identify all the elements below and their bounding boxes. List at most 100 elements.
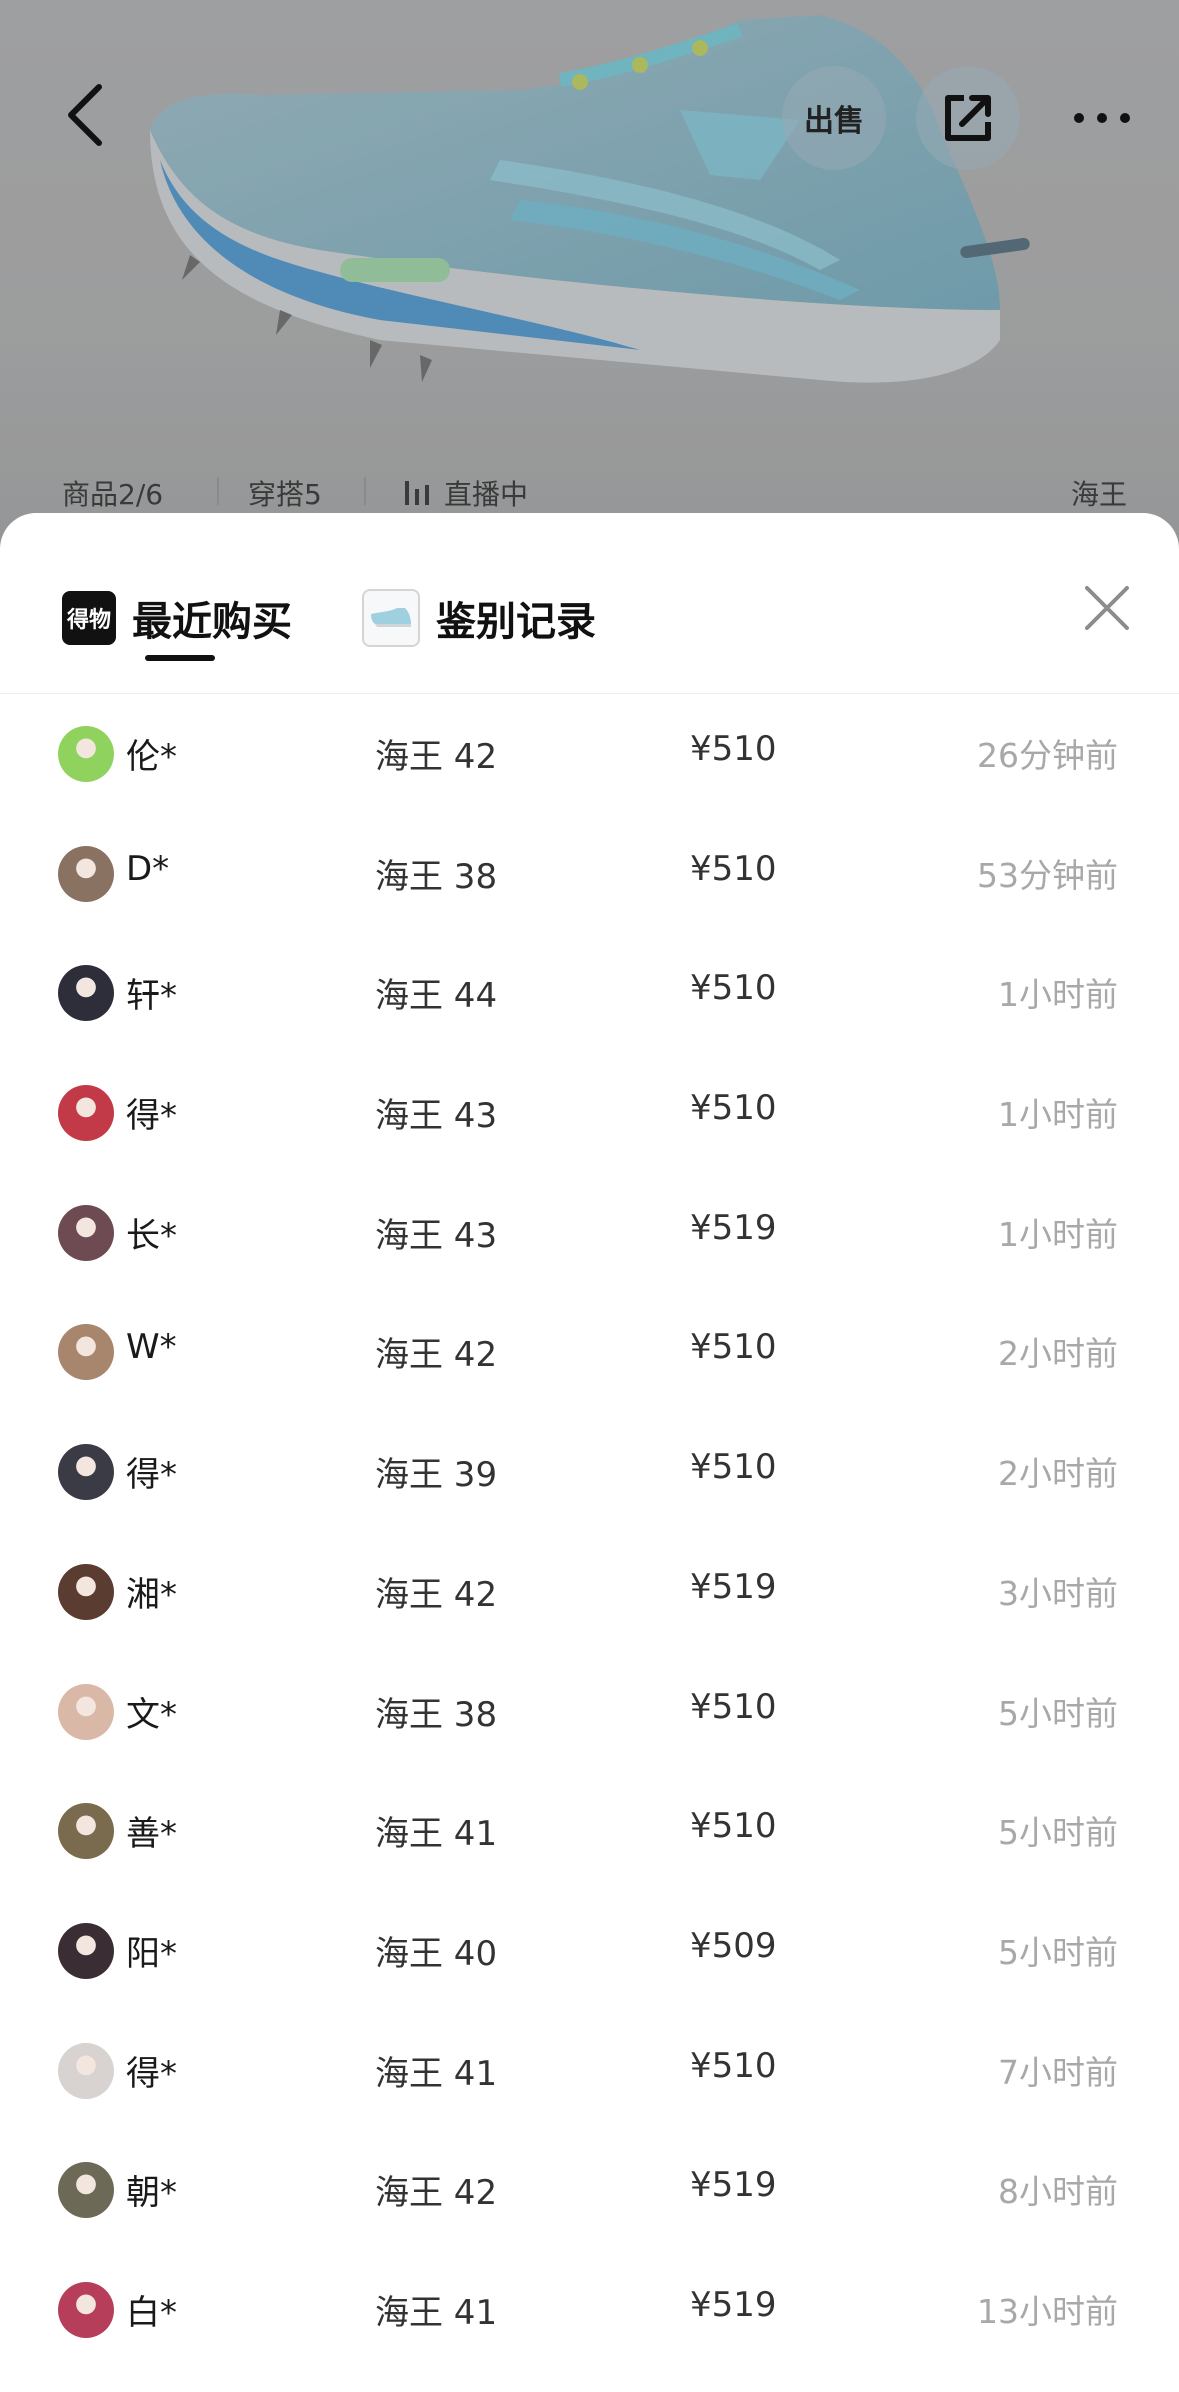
price-label: ¥510 (690, 729, 777, 769)
user-name: 文* (126, 1694, 177, 1735)
time-label: 26分钟前 (977, 736, 1118, 775)
size-label: 海王 42 (375, 737, 498, 777)
price-label: ¥510 (690, 968, 777, 1009)
user-name: 善* (126, 1814, 177, 1855)
time-label: 1小时前 (998, 1214, 1118, 1254)
purchase-row[interactable]: D* 海王 38 ¥510 53分钟前 (0, 813, 1179, 933)
product-index[interactable]: 商品2/6 (62, 473, 163, 513)
size-label: 海王 39 (375, 1455, 498, 1496)
live-label[interactable]: 直播中 (444, 473, 528, 513)
close-button[interactable] (1074, 575, 1140, 641)
size-label: 海王 44 (375, 976, 498, 1017)
time-label: 53分钟前 (977, 855, 1118, 895)
time-label: 13小时前 (977, 2291, 1118, 2331)
purchase-row[interactable]: 阳* 海王 40 ¥509 5小时前 (0, 1890, 1179, 2010)
close-icon (1085, 586, 1129, 630)
size-label: 海王 42 (375, 1335, 498, 1376)
avatar[interactable] (58, 965, 114, 1022)
purchase-row[interactable]: 善* 海王 41 ¥510 5小时前 (0, 1770, 1179, 1890)
user-name: D* (126, 848, 170, 889)
size-label: 海王 41 (375, 2053, 498, 2094)
avatar[interactable] (58, 1563, 114, 1620)
purchase-row[interactable]: 文* 海王 38 ¥510 5小时前 (0, 1651, 1179, 1771)
avatar[interactable] (58, 726, 114, 782)
divider (217, 477, 219, 505)
purchase-row[interactable]: 湘* 海王 42 ¥519 3小时前 (0, 1531, 1179, 1651)
user-name: 朝* (126, 2173, 177, 2214)
share-icon (945, 95, 991, 141)
avatar[interactable] (58, 2281, 114, 2338)
sell-button[interactable]: 出售 (782, 66, 886, 170)
recent-purchases-sheet: 得物 最近购买 鉴别记录 伦* 海王 42 ¥510 26分钟前 D* 海王 38 ¥510… (0, 513, 1179, 2392)
avatar[interactable] (58, 2042, 114, 2099)
user-name: 阳* (126, 1933, 177, 1974)
price-label: ¥510 (690, 1447, 777, 1488)
size-label: 海王 43 (375, 1215, 498, 1256)
time-label: 7小时前 (998, 2052, 1118, 2092)
chevron-left-icon (68, 84, 102, 146)
user-name: 得* (126, 1455, 177, 1496)
time-label: 3小时前 (998, 1573, 1118, 1613)
avatar[interactable] (58, 1204, 114, 1261)
time-label: 1小时前 (998, 975, 1118, 1015)
size-label: 海王 41 (375, 2292, 498, 2333)
price-label: ¥510 (690, 1686, 777, 1727)
tab-label: 最近购买 (132, 599, 292, 645)
purchase-row[interactable]: W* 海王 42 ¥510 2小时前 (0, 1291, 1179, 1411)
time-label: 5小时前 (998, 1693, 1118, 1733)
avatar[interactable] (58, 1683, 114, 1740)
time-label: 2小时前 (998, 1334, 1118, 1374)
purchase-row[interactable]: 伦* 海王 42 ¥510 26分钟前 (0, 693, 1179, 813)
time-label: 5小时前 (998, 1932, 1118, 1972)
tab-authentication-records[interactable]: 鉴别记录 (362, 573, 596, 663)
product-info-bar: 商品2/6 穿搭5 直播中 海王 (0, 465, 1179, 515)
tab-recent-purchases[interactable]: 得物 最近购买 (62, 573, 292, 663)
purchase-row[interactable]: 轩* 海王 44 ¥510 1小时前 (0, 932, 1179, 1052)
avatar[interactable] (58, 1085, 114, 1142)
price-label: ¥519 (690, 2284, 777, 2325)
avatar[interactable] (58, 1444, 114, 1501)
user-name: 伦* (126, 737, 177, 777)
time-label: 2小时前 (998, 1454, 1118, 1494)
user-name: 长* (126, 1215, 177, 1256)
avatar[interactable] (58, 1324, 114, 1381)
purchase-row[interactable]: 长* 海王 43 ¥519 1小时前 (0, 1172, 1179, 1292)
tab-label: 鉴别记录 (436, 599, 596, 645)
price-label: ¥510 (690, 848, 777, 889)
purchase-row[interactable]: 朝* 海王 42 ¥519 8小时前 (0, 2129, 1179, 2249)
purchase-list: 伦* 海王 42 ¥510 26分钟前 D* 海王 38 ¥510 53分钟前 轩* 海王 44 ¥… (0, 693, 1179, 2369)
purchase-row[interactable]: 白* 海王 41 ¥519 13小时前 (0, 2249, 1179, 2369)
back-button[interactable] (50, 75, 120, 155)
sell-label: 出售 (804, 104, 864, 139)
size-label: 海王 43 (375, 1096, 498, 1137)
size-label: 海王 38 (375, 856, 498, 897)
time-label: 8小时前 (998, 2172, 1118, 2212)
shoe-thumbnail-icon (362, 589, 420, 647)
share-button[interactable] (916, 66, 1020, 170)
avatar[interactable] (58, 845, 114, 902)
avatar[interactable] (58, 1922, 114, 1979)
active-tab-indicator (145, 655, 215, 661)
divider (364, 477, 366, 505)
size-label: 海王 38 (375, 1694, 498, 1735)
purchase-row[interactable]: 得* 海王 39 ¥510 2小时前 (0, 1411, 1179, 1531)
user-name: 白* (126, 2292, 177, 2333)
purchase-row[interactable]: 得* 海王 43 ¥510 1小时前 (0, 1052, 1179, 1172)
price-label: ¥510 (690, 1088, 777, 1129)
time-label: 1小时前 (998, 1095, 1118, 1135)
avatar[interactable] (58, 2162, 114, 2219)
user-name: 得* (126, 1096, 177, 1137)
price-label: ¥510 (690, 1327, 777, 1368)
product-gallery[interactable]: 出售 商品2/6 穿搭5 直播中 海王 (0, 0, 1179, 560)
outfits-link[interactable]: 穿搭5 (248, 473, 322, 513)
price-label: ¥510 (690, 1806, 777, 1847)
price-label: ¥519 (690, 2165, 777, 2206)
time-label: 5小时前 (998, 1813, 1118, 1853)
tab-bar: 得物 最近购买 鉴别记录 (0, 513, 1179, 694)
purchase-row[interactable]: 得* 海王 41 ¥510 7小时前 (0, 2010, 1179, 2130)
price-label: ¥519 (690, 1566, 777, 1607)
avatar[interactable] (58, 1803, 114, 1860)
size-label: 海王 40 (375, 1933, 498, 1974)
price-label: ¥519 (690, 1207, 777, 1248)
more-button[interactable] (1062, 90, 1142, 146)
